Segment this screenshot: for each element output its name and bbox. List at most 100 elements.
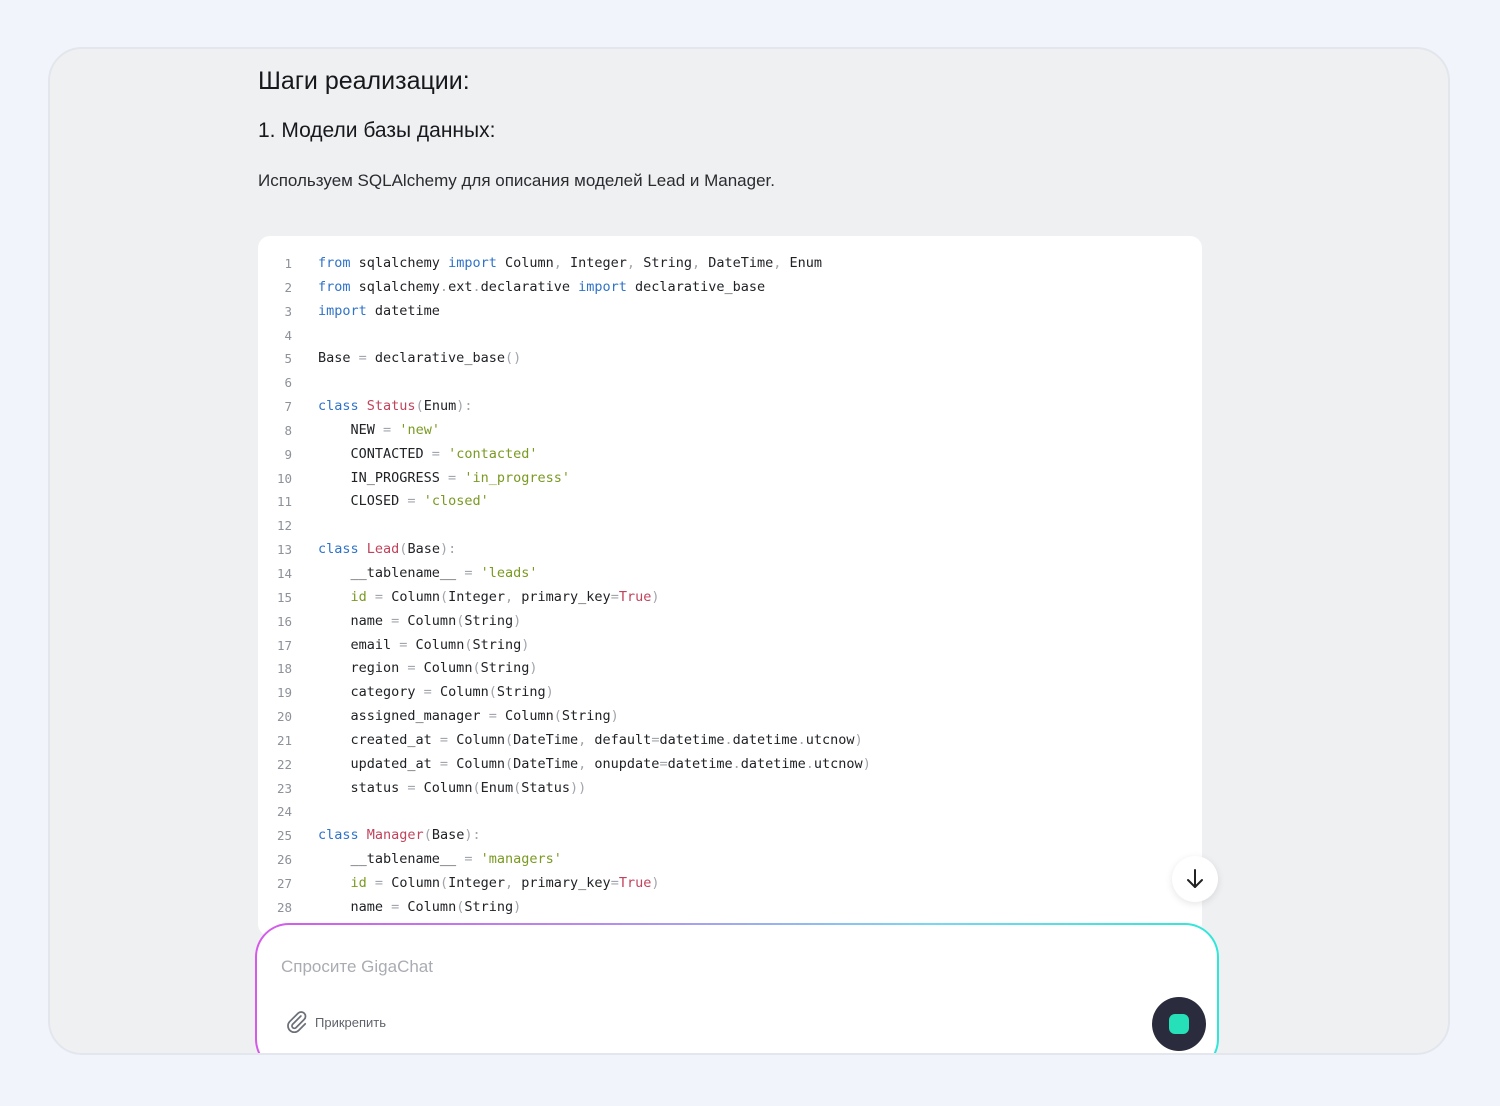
code-line: 2 from sqlalchemy.ext.declarative import …: [258, 276, 1202, 300]
line-number: 21: [276, 732, 292, 748]
line-gutter: [292, 395, 318, 419]
code-token: ): [513, 898, 522, 915]
code-token: declarative_base: [366, 350, 505, 367]
description-paragraph: Используем SQLAlchemy для описания модел…: [258, 171, 775, 190]
code-token: =: [448, 469, 457, 486]
code-token: primary_key: [513, 588, 611, 605]
code-token: datetime: [740, 755, 806, 772]
chat-window: Шаги реализации: 1. Модели базы данных: …: [48, 47, 1450, 1055]
code-token: name: [318, 612, 392, 629]
code-token: created_at: [318, 731, 440, 748]
code-token: CONTACTED: [318, 445, 432, 462]
section-subheading: 1. Модели базы данных:: [258, 119, 496, 142]
line-gutter: [292, 324, 318, 348]
code-line: 23 status = Column(Enum(Status)): [258, 777, 1202, 801]
code-line: 12: [258, 514, 1202, 538]
line-number: 16: [276, 613, 292, 629]
code-token: Column: [448, 755, 505, 772]
code-token: from: [318, 278, 351, 295]
code-token: email: [318, 636, 400, 653]
code-token: True: [618, 874, 652, 891]
code-line: 11 CLOSED = 'closed': [258, 490, 1202, 514]
line-gutter: [292, 371, 318, 395]
code-token: 'leads': [480, 564, 538, 581]
code-token: CLOSED: [318, 493, 408, 510]
code-token: region: [318, 660, 408, 677]
arrow-down-icon: [1187, 869, 1203, 888]
code-line: 18 region = Column(String): [258, 657, 1202, 681]
line-gutter: [292, 514, 318, 538]
code-token: __tablename__: [318, 851, 465, 868]
code-token: =: [439, 755, 449, 772]
code-token: DateTime: [513, 731, 579, 748]
code-text: category = Column(String): [318, 681, 554, 705]
line-gutter: [292, 586, 318, 610]
code-text: class Lead(Base):: [318, 538, 456, 562]
code-token: Column: [431, 684, 489, 701]
code-token: primary_key: [513, 874, 611, 891]
scroll-down-button[interactable]: [1172, 856, 1218, 902]
code-token: (: [488, 684, 497, 701]
code-token: datetime: [667, 755, 733, 772]
code-line: 15 id = Column(Integer, primary_key=True…: [258, 586, 1202, 610]
code-token: .: [797, 731, 806, 748]
message-input[interactable]: [279, 949, 1103, 985]
line-gutter: [292, 824, 318, 848]
code-token: id: [350, 588, 367, 605]
code-token: =: [488, 708, 497, 725]
code-token: (: [439, 874, 449, 891]
code-token: Column: [496, 708, 554, 725]
section-heading: Шаги реализации:: [258, 67, 470, 95]
code-token: (: [504, 755, 514, 772]
code-token: Base: [407, 541, 440, 558]
line-number: 15: [276, 589, 292, 605]
code-token: (: [504, 731, 514, 748]
line-number: 12: [276, 518, 292, 534]
line-gutter: [292, 276, 318, 300]
code-line: 21 created_at = Column(DateTime, default…: [258, 729, 1202, 753]
code-token: =: [439, 731, 449, 748]
code-token: default: [586, 731, 652, 748]
paperclip-icon: [287, 1011, 307, 1033]
code-token: =: [407, 493, 416, 510]
code-token: (: [553, 708, 562, 725]
code-token: import: [578, 278, 627, 295]
code-line: 10 IN_PROGRESS = 'in_progress': [258, 467, 1202, 491]
code-token: Status: [366, 398, 416, 415]
line-number: 4: [284, 327, 292, 343]
code-token: Integer: [448, 874, 506, 891]
line-gutter: [292, 800, 318, 824]
code-token: .: [439, 278, 449, 295]
line-number: 18: [276, 661, 292, 677]
code-token: DateTime: [700, 255, 774, 271]
line-gutter: [292, 729, 318, 753]
code-token: (: [439, 588, 449, 605]
code-token: ,: [505, 588, 514, 605]
line-gutter: [292, 443, 318, 467]
code-token: assigned_manager: [318, 708, 489, 725]
stop-generation-button[interactable]: [1152, 997, 1206, 1051]
code-token: ): [854, 731, 863, 748]
code-text: updated_at = Column(DateTime, onupdate=d…: [318, 753, 871, 777]
code-token: status: [318, 779, 408, 796]
code-token: Column: [415, 779, 473, 796]
code-token: ,: [505, 874, 514, 891]
code-token: (: [415, 398, 424, 415]
line-gutter: [292, 777, 318, 801]
code-token: )): [570, 779, 587, 796]
attach-button[interactable]: Прикрепить: [283, 1009, 386, 1035]
code-token: ): [610, 708, 619, 725]
code-text: __tablename__ = 'leads': [318, 562, 538, 586]
code-token: ,: [691, 255, 701, 271]
line-gutter: [292, 562, 318, 586]
code-token: import: [318, 302, 367, 319]
code-token: utcnow: [813, 755, 863, 772]
code-token: (: [423, 827, 432, 844]
code-token: 'new': [399, 421, 440, 438]
code-token: declarative_base: [626, 278, 766, 295]
line-number: 11: [276, 494, 292, 510]
code-token: (: [472, 779, 481, 796]
